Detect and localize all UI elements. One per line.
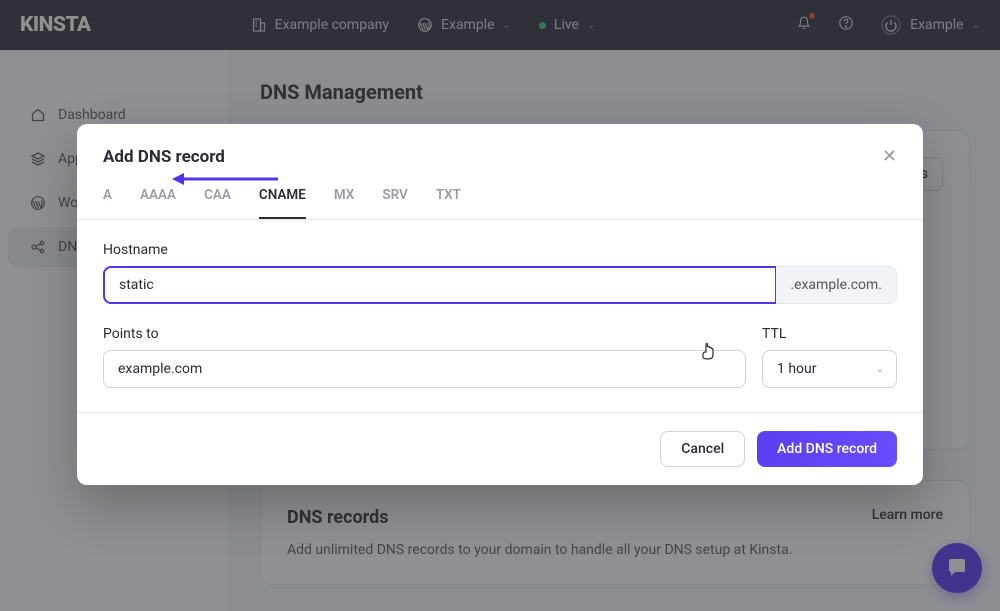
tab-txt[interactable]: TXT xyxy=(436,187,461,219)
modal-title: Add DNS record xyxy=(103,147,225,167)
tab-a[interactable]: A xyxy=(103,187,112,219)
tab-cname[interactable]: CNAME xyxy=(259,187,306,219)
tab-caa[interactable]: CAA xyxy=(204,187,231,219)
record-type-tabs: A AAAA CAA CNAME MX SRV TXT xyxy=(77,177,923,220)
points-to-label: Points to xyxy=(103,326,746,342)
add-dns-record-button[interactable]: Add DNS record xyxy=(757,431,897,467)
cancel-button[interactable]: Cancel xyxy=(660,431,745,467)
points-to-input[interactable] xyxy=(103,350,746,388)
tab-srv[interactable]: SRV xyxy=(382,187,407,219)
ttl-select[interactable]: 1 hour ⌄ xyxy=(762,350,897,388)
add-dns-record-modal: Add DNS record ✕ A AAAA CAA CNAME MX SRV… xyxy=(77,124,923,485)
modal-overlay: Add DNS record ✕ A AAAA CAA CNAME MX SRV… xyxy=(0,0,1000,611)
close-icon: ✕ xyxy=(882,146,897,167)
close-button[interactable]: ✕ xyxy=(882,146,897,167)
chevron-down-icon: ⌄ xyxy=(876,364,884,375)
hostname-label: Hostname xyxy=(103,242,897,258)
hostname-input[interactable] xyxy=(103,266,777,304)
tab-mx[interactable]: MX xyxy=(334,187,354,219)
tab-aaaa[interactable]: AAAA xyxy=(140,187,176,219)
ttl-label: TTL xyxy=(762,326,897,342)
hostname-suffix: .example.com. xyxy=(776,266,897,304)
ttl-value: 1 hour xyxy=(777,361,817,377)
